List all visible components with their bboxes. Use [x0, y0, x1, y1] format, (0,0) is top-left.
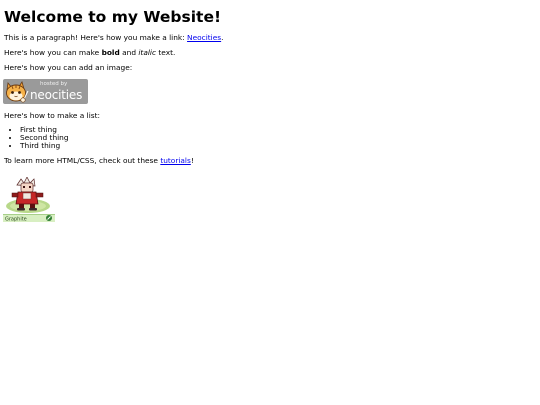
tutorials-link[interactable]: tutorials: [160, 156, 191, 165]
learn-prefix: To learn more HTML/CSS, check out these: [4, 156, 161, 165]
neocities-link[interactable]: Neocities: [187, 33, 221, 42]
format-suffix: text.: [156, 48, 176, 57]
intro-text: This is a paragraph! Here's how you make…: [4, 33, 188, 42]
thing-list: First thing Second thing Third thing: [4, 126, 69, 150]
graphite-label: Graphite: [5, 217, 27, 223]
format-paragraph: Here's how you can make bold and italic …: [4, 48, 175, 58]
bold-word: bold: [101, 48, 120, 57]
pixel-character-graphic: Graphite: [3, 177, 55, 223]
badge-big-text: neocities: [30, 87, 83, 102]
cat-icon: [6, 81, 29, 103]
hosted-by-neocities-badge[interactable]: hosted by neocities: [3, 79, 88, 104]
list-item: Third thing: [20, 142, 69, 150]
list-paragraph: Here's how to make a list:: [4, 111, 100, 120]
intro-paragraph: This is a paragraph! Here's how you make…: [4, 33, 223, 43]
image-paragraph: Here's how you can add an image:: [4, 63, 133, 72]
learn-suffix: !: [190, 156, 194, 165]
pencil-icon: [46, 215, 52, 221]
intro-end: .: [221, 33, 224, 42]
page-title: Welcome to my Website!: [4, 8, 222, 26]
format-and: and: [119, 48, 139, 57]
learn-paragraph: To learn more HTML/CSS, check out these …: [4, 156, 194, 166]
badge-text: hosted by neocities: [30, 82, 82, 101]
page: Welcome to my Website! This is a paragra…: [0, 0, 540, 405]
italic-word: italic: [138, 48, 157, 57]
badge-small-text: hosted by: [40, 81, 68, 88]
format-prefix: Here's how you can make: [4, 48, 102, 57]
